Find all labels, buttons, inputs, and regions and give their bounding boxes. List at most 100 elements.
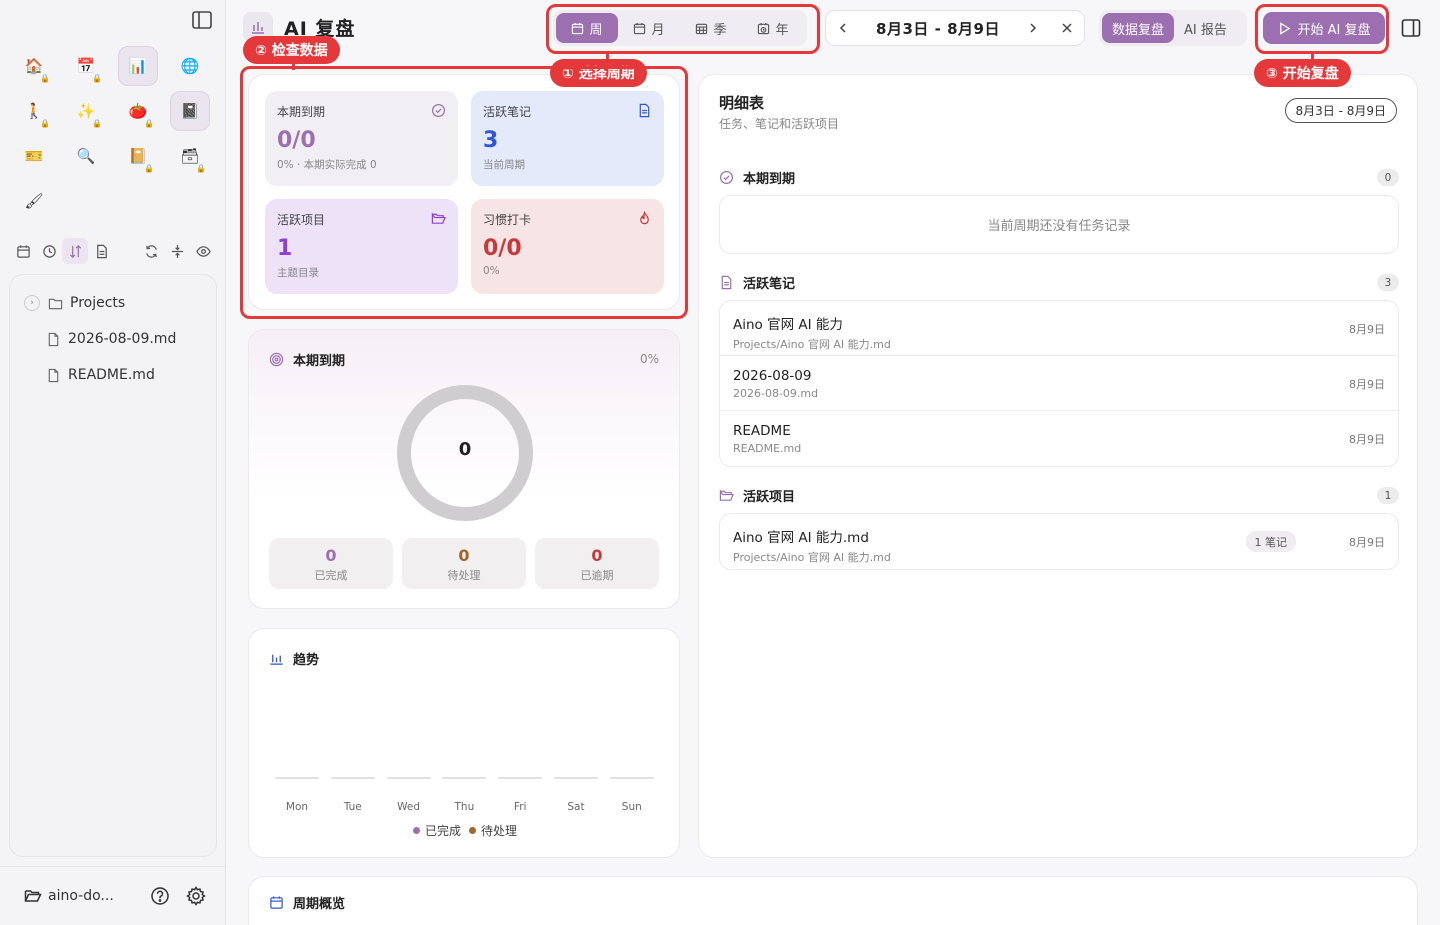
completed-value: 0 [325,546,337,565]
app-glyph: 🎫 [24,146,44,165]
globe-app-icon[interactable]: 🌐 [170,46,210,86]
notes-list: Aino 官网 AI 能力 Projects/Aino 官网 AI 能力.md 8月… [719,300,1399,467]
overdue-count: 0 已逾期 [535,538,659,589]
app-glyph: 📔 [128,146,148,165]
clock-tool-icon[interactable] [36,238,62,264]
projects-section-header: 活跃项目 1 [719,486,1399,505]
list-item[interactable]: README README.md 8月9日 [720,411,1398,466]
notebook-app-icon[interactable]: 📓 [170,91,210,131]
annotation-check-data: ② 检查数据 [243,36,340,64]
trend-bar-baseline [442,777,487,779]
legend-completed: 已完成 [412,822,461,839]
app-glyph: 🍅 [128,101,148,120]
review-app-icon[interactable]: 📊 [118,46,158,86]
trend-bar-baseline [609,777,654,779]
trend-bar-baseline [386,777,431,779]
bar-chart-icon [270,654,283,665]
next-period-button[interactable] [1016,11,1050,45]
detail-title: 明细表 [719,94,765,112]
donut-center-value: 0 [458,439,472,460]
tree-folder-projects[interactable]: › Projects [10,285,216,321]
tomato-app-icon[interactable]: 🍅 🔒 [118,91,158,131]
completed-label: 已完成 [314,569,348,582]
list-item[interactable]: Aino 官网 AI 能力.md Projects/Aino 官网 AI 能力.m… [720,514,1398,569]
lock-icon: 🔒 [196,164,206,173]
period-overview-card: 周期概览 [248,876,1418,925]
item-date: 8月9日 [1349,378,1385,391]
trend-header: 趋势 [269,649,319,668]
prev-period-button[interactable] [826,11,860,45]
chevron-right-icon [1030,23,1037,33]
walk-app-icon[interactable]: 🚶 🔒 [14,91,54,131]
ai-report-tab[interactable]: AI 报告 [1174,13,1237,43]
due-percent: 0% [639,352,659,366]
notes-section-header: 活跃笔记 3 [719,273,1399,292]
document-tool-icon[interactable] [88,238,114,264]
folder-open-icon [719,489,734,501]
sidebar: 🏠 🔒 📅 🔒 📊 🌐 🚶 🔒 ✨ 🔒 🍅 🔒 📓 🎫 🔍 📔 🔒 🗃 🔒 🖌 › Projects 2026-08-… [0,0,226,925]
file-icon [48,332,59,346]
app-glyph: 📓 [180,101,200,120]
refresh-tool-icon[interactable] [138,238,164,264]
sidebar-toolbar [10,238,218,264]
app-glyph: 🏠 [24,56,44,75]
lock-icon: 🔒 [144,119,154,128]
due-panel-title: 本期到期 [293,354,346,369]
workspace-switcher[interactable]: aino-do... [24,887,134,905]
date-navigator: 8月3日 - 8月9日 [825,10,1085,46]
home-app-icon[interactable]: 🏠 🔒 [14,46,54,86]
tree-file[interactable]: README.md [10,357,216,393]
sparkle-app-icon[interactable]: ✨ 🔒 [66,91,106,131]
trend-day-label: Tue [343,801,362,813]
detail-range-badge: 8月3日 - 8月9日 [1284,98,1397,123]
sidebar-toggle-icon[interactable] [192,11,212,29]
trend-bar-baseline [275,777,319,779]
item-date: 8月9日 [1349,433,1385,446]
tree-file-label: 2026-08-09.md [68,331,177,347]
eye-tool-icon[interactable] [190,238,216,264]
app-glyph: 📅 [76,56,96,75]
trend-day-label: Sat [567,801,585,813]
magnifier-app-icon[interactable]: 🔍 [66,136,106,176]
item-path: Projects/Aino 官网 AI 能力.md [733,338,891,351]
data-review-tab[interactable]: 数据复盘 [1102,13,1175,43]
sort-tool-icon[interactable] [62,238,88,264]
help-icon[interactable] [150,886,170,906]
trend-day-label: Mon [285,801,309,813]
gear-icon[interactable] [186,886,206,906]
lock-icon: 🔒 [92,74,102,83]
brush-app-icon[interactable]: 🖌 [14,181,54,221]
annotation-box-period [546,4,820,54]
trend-day-label: Wed [397,801,421,813]
projects-section-title: 活跃项目 [743,490,796,505]
pending-count: 0 待处理 [402,538,526,589]
ticket-app-icon[interactable]: 🎫 [14,136,54,176]
trend-card: 趋势 Mon Tue Wed Thu Fri Sat Sun 已完成 待处理 [248,628,680,858]
box-app-icon[interactable]: 🗃 🔒 [170,136,210,176]
item-name: Aino 官网 AI 能力 [733,317,843,333]
list-item[interactable]: 2026-08-09 2026-08-09.md 8月9日 [720,356,1398,411]
annotation-start-review: ③ 开始复盘 [1254,59,1351,87]
app-launcher-grid: 🏠 🔒 📅 🔒 📊 🌐 🚶 🔒 ✨ 🔒 🍅 🔒 📓 🎫 🔍 📔 🔒 🗃 🔒 🖌 [14,46,222,226]
tree-file[interactable]: 2026-08-09.md [10,321,216,357]
right-panel-toggle-icon[interactable] [1401,18,1421,38]
book-app-icon[interactable]: 📔 🔒 [118,136,158,176]
legend-dot [469,827,476,834]
calendar-tool-icon[interactable] [10,238,36,264]
list-item[interactable]: Aino 官网 AI 能力 Projects/Aino 官网 AI 能力.md 8月… [720,301,1398,356]
legend-completed-label: 已完成 [424,824,461,838]
detail-subtitle: 任务、笔记和活跃项目 [719,117,840,131]
date-range-label[interactable]: 8月3日 - 8月9日 [860,18,1016,39]
item-path: 2026-08-09.md [733,387,819,400]
collapse-tool-icon[interactable] [164,238,190,264]
lock-icon: 🔒 [92,119,102,128]
item-path: README.md [733,442,802,455]
lock-icon: 🔒 [144,164,154,173]
item-date: 8月9日 [1349,323,1385,336]
calendar-app-icon[interactable]: 📅 🔒 [66,46,106,86]
clear-range-button[interactable] [1050,11,1084,45]
tree-file-label: README.md [68,367,155,383]
note-count-badge: 1 笔记 [1245,531,1296,552]
app-glyph: 🔍 [76,146,96,165]
chevron-right-icon[interactable]: › [24,295,40,311]
